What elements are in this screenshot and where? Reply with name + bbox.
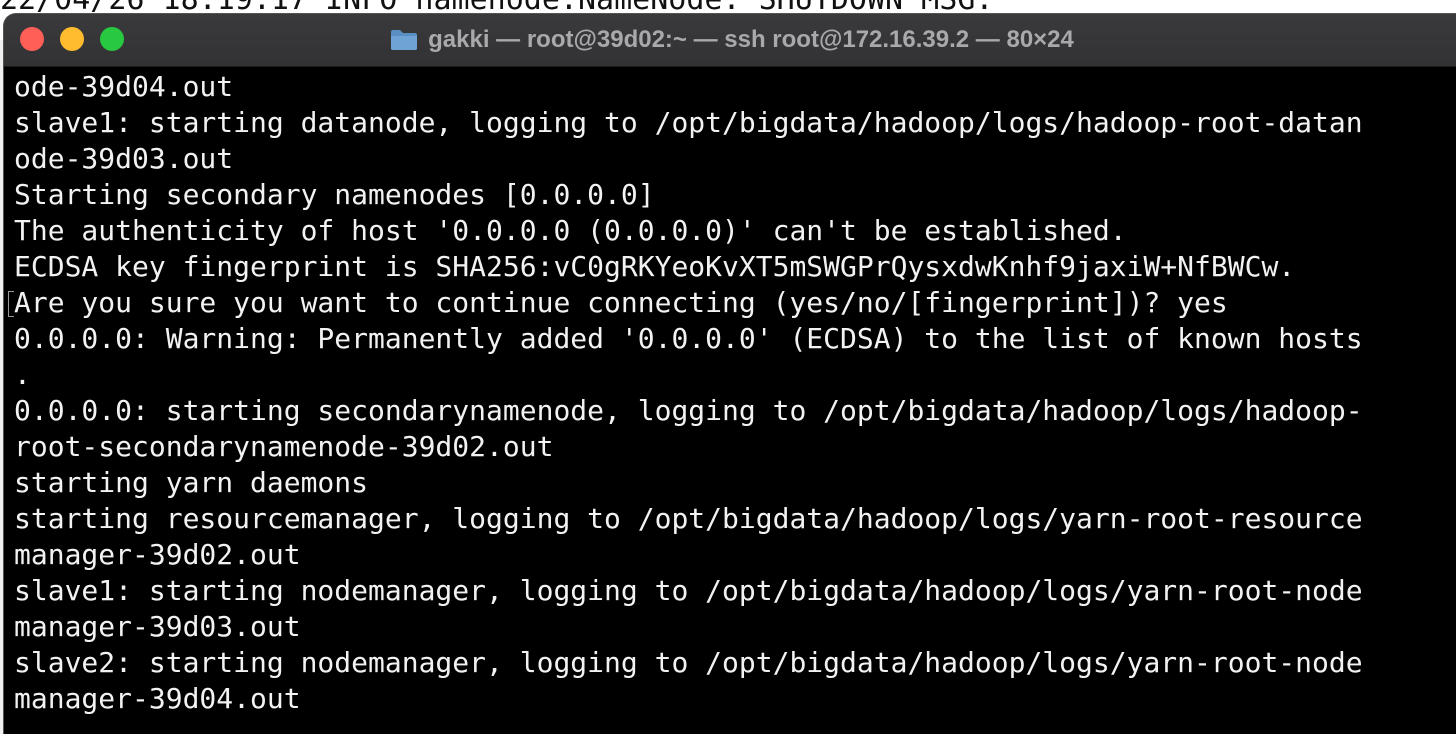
terminal-line: ode-39d03.out: [14, 142, 234, 175]
terminal-line: Are you sure you want to continue connec…: [14, 286, 1228, 319]
terminal-output[interactable]: ode-39d04.out slave1: starting datanode, …: [14, 69, 1456, 734]
terminal-line: slave1: starting nodemanager, logging to…: [14, 574, 1363, 607]
terminal-line: 0.0.0.0: Warning: Permanently added '0.0…: [14, 322, 1363, 355]
terminal-line: manager-39d04.out: [14, 682, 301, 715]
terminal-line: 0.0.0.0: starting secondarynamenode, log…: [14, 394, 1363, 427]
mark-bracket-icon: [8, 291, 14, 317]
terminal-line: manager-39d03.out: [14, 610, 301, 643]
terminal-line: starting resourcemanager, logging to /op…: [14, 502, 1363, 535]
terminal-line: ode-39d04.out: [14, 70, 234, 103]
window-title: gakki — root@39d02:~ — ssh root@172.16.3…: [428, 26, 1074, 53]
terminal-line: manager-39d02.out: [14, 538, 301, 571]
title-bar[interactable]: gakki — root@39d02:~ — ssh root@172.16.3…: [4, 14, 1456, 67]
terminal-line: .: [14, 358, 31, 391]
terminal-line: ECDSA key fingerprint is SHA256:vC0gRKYe…: [14, 250, 1296, 283]
terminal-line: Starting secondary namenodes [0.0.0.0]: [14, 178, 655, 211]
terminal-line: slave2: starting nodemanager, logging to…: [14, 646, 1363, 679]
folder-icon: [390, 29, 418, 51]
terminal-line: root-secondarynamenode-39d02.out: [14, 430, 554, 463]
window-title-area: gakki — root@39d02:~ — ssh root@172.16.3…: [4, 14, 1456, 66]
terminal-line: starting yarn daemons: [14, 466, 369, 499]
terminal-line: slave1: starting datanode, logging to /o…: [14, 106, 1363, 139]
terminal-line: The authenticity of host '0.0.0.0 (0.0.0…: [14, 214, 1127, 247]
terminal-window[interactable]: gakki — root@39d02:~ — ssh root@172.16.3…: [4, 14, 1456, 734]
